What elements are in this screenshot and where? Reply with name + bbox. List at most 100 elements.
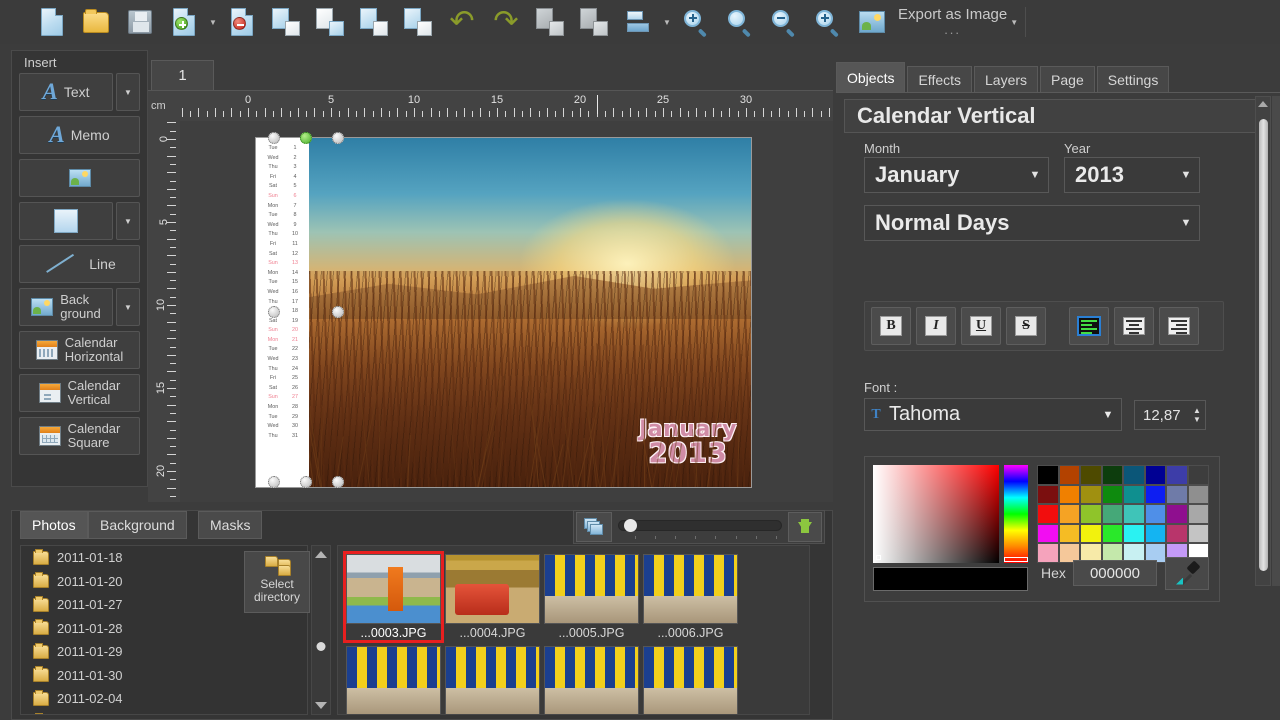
selection-handle-rotate[interactable] — [300, 132, 312, 144]
paste-page-button[interactable] — [308, 2, 352, 42]
photo-thumbnail[interactable]: ...0006.JPG — [643, 554, 738, 640]
photo-thumbnail[interactable]: ...0005.JPG — [544, 554, 639, 640]
saturation-value-field[interactable] — [873, 465, 999, 563]
add-page-caret[interactable]: ▼ — [206, 2, 220, 42]
scroll-down-icon[interactable] — [315, 702, 327, 709]
folder-list-scroll-thumb[interactable] — [317, 642, 326, 651]
open-folder-button[interactable] — [74, 2, 118, 42]
eyedropper-button[interactable] — [1165, 557, 1209, 590]
canvas-area[interactable]: cm 0 5 10 15 20 25 30 0 5 10 15 20 Tue 1 Wed 2 Thu 3 Fri… — [148, 90, 833, 502]
color-swatch[interactable] — [1059, 524, 1081, 544]
new-document-button[interactable] — [30, 2, 74, 42]
insert-rectangle-caret[interactable]: ▼ — [116, 202, 140, 240]
color-swatch[interactable] — [1059, 485, 1081, 505]
page-tab-1[interactable]: 1 — [151, 60, 214, 90]
color-swatch[interactable] — [1080, 465, 1102, 485]
align-left-button[interactable] — [1069, 307, 1109, 345]
color-swatch[interactable] — [1166, 504, 1188, 524]
color-swatch[interactable] — [1102, 485, 1124, 505]
photo-thumbnail[interactable]: ...0003.JPG — [346, 554, 441, 640]
color-swatch[interactable] — [1145, 485, 1167, 505]
hex-value-input[interactable]: 000000 — [1073, 560, 1157, 586]
scroll-up-icon[interactable] — [1258, 101, 1268, 107]
photo-thumbnail[interactable] — [544, 646, 639, 715]
group-button[interactable] — [528, 2, 572, 42]
thumbnail-size-slider[interactable] — [618, 512, 782, 542]
color-swatch[interactable] — [1188, 504, 1210, 524]
strikethrough-button[interactable]: S — [1006, 307, 1046, 345]
font-family-select[interactable]: T Tahoma ▼ — [864, 398, 1122, 431]
tab-photos[interactable]: Photos — [20, 511, 88, 539]
insert-image-button[interactable] — [19, 159, 140, 197]
color-swatch[interactable] — [1123, 485, 1145, 505]
undo-button[interactable]: ↶ — [440, 2, 484, 42]
window-scrollbar[interactable] — [1272, 96, 1280, 586]
redo-button[interactable]: ↷ — [484, 2, 528, 42]
move-page-button[interactable] — [396, 2, 440, 42]
folder-list-item[interactable]: 2011-01-28 — [21, 617, 307, 641]
folder-list-item[interactable] — [21, 711, 307, 716]
tab-objects[interactable]: Objects — [836, 62, 905, 92]
vertical-ruler[interactable]: 0 5 10 15 20 — [148, 121, 180, 502]
color-swatch[interactable] — [1037, 524, 1059, 544]
folder-list-item[interactable]: 2011-01-30 — [21, 664, 307, 688]
color-swatch[interactable] — [1080, 504, 1102, 524]
days-style-select[interactable]: Normal Days ▼ — [864, 205, 1200, 241]
align-right-button[interactable] — [1159, 307, 1199, 345]
calendar-page-preview[interactable]: Tue 1 Wed 2 Thu 3 Fri 4 Sat 5 Sun 6 Mon 7 Tue 8 Wed 9 Thu 1… — [255, 137, 752, 488]
selection-handle-mid-left[interactable] — [268, 306, 280, 318]
export-overflow-dots[interactable]: ... — [898, 23, 1007, 38]
italic-button[interactable]: I — [916, 307, 956, 345]
photo-thumbnail[interactable]: ...0004.JPG — [445, 554, 540, 640]
insert-text-button[interactable]: A Text — [19, 73, 113, 111]
insert-rectangle-button[interactable] — [19, 202, 113, 240]
tab-layers[interactable]: Layers — [974, 66, 1038, 92]
selection-handle-top-left[interactable] — [268, 132, 280, 144]
insert-calendar-horizontal-button[interactable]: Calendar Horizontal — [19, 331, 140, 369]
insert-calendar-square-button[interactable]: Calendar Square — [19, 417, 140, 455]
selection-handle-bottom-mid[interactable] — [300, 476, 312, 488]
bold-button[interactable]: B — [871, 307, 911, 345]
tab-background[interactable]: Background — [88, 511, 187, 539]
color-swatch[interactable] — [1145, 504, 1167, 524]
color-swatch[interactable] — [1102, 524, 1124, 544]
thumbnail-stack-button[interactable] — [576, 512, 612, 542]
thumbnail-grid[interactable]: ...0003.JPG ...0004.JPG ...0005.JPG ...0006… — [337, 545, 810, 715]
insert-calendar-vertical-button[interactable]: Calendar Vertical — [19, 374, 140, 412]
color-swatch[interactable] — [1123, 465, 1145, 485]
color-swatch[interactable] — [1037, 465, 1059, 485]
export-as-image-label[interactable]: Export as Image ... — [898, 6, 1007, 38]
selection-handle-bottom-right[interactable] — [332, 476, 344, 488]
color-swatch[interactable] — [1037, 504, 1059, 524]
photo-thumbnail[interactable] — [445, 646, 540, 715]
zoom-fit-button[interactable] — [674, 2, 718, 42]
zoom-actual-button[interactable] — [718, 2, 762, 42]
insert-line-button[interactable]: Line — [19, 245, 140, 283]
color-swatch[interactable] — [1059, 504, 1081, 524]
slider-handle[interactable] — [624, 519, 637, 532]
color-swatch[interactable] — [1145, 524, 1167, 544]
align-caret[interactable]: ▼ — [660, 2, 674, 42]
color-swatch[interactable] — [1059, 465, 1081, 485]
insert-background-button[interactable]: Back ground — [19, 288, 113, 326]
underline-button[interactable]: U — [961, 307, 1001, 345]
color-swatch[interactable] — [1102, 504, 1124, 524]
insert-memo-button[interactable]: A Memo — [19, 116, 140, 154]
color-swatch[interactable] — [1188, 465, 1210, 485]
insert-text-caret[interactable]: ▼ — [116, 73, 140, 111]
color-swatch[interactable] — [1166, 465, 1188, 485]
color-swatch[interactable] — [1188, 485, 1210, 505]
tab-page[interactable]: Page — [1040, 66, 1095, 92]
tab-effects[interactable]: Effects — [907, 66, 972, 92]
color-swatch-grid[interactable] — [1037, 465, 1209, 563]
right-panel-scroll-thumb[interactable] — [1259, 119, 1268, 571]
insert-selected-photo-button[interactable] — [788, 512, 822, 542]
selection-handle-mid-right[interactable] — [332, 306, 344, 318]
color-swatch[interactable] — [1102, 465, 1124, 485]
folder-list-item[interactable]: 2011-02-04 — [21, 687, 307, 711]
horizontal-ruler[interactable]: 0 5 10 15 20 25 30 — [180, 91, 833, 121]
color-swatch[interactable] — [1145, 465, 1167, 485]
color-swatch[interactable] — [1037, 485, 1059, 505]
photo-thumbnail[interactable] — [643, 646, 738, 715]
color-swatch[interactable] — [1123, 524, 1145, 544]
